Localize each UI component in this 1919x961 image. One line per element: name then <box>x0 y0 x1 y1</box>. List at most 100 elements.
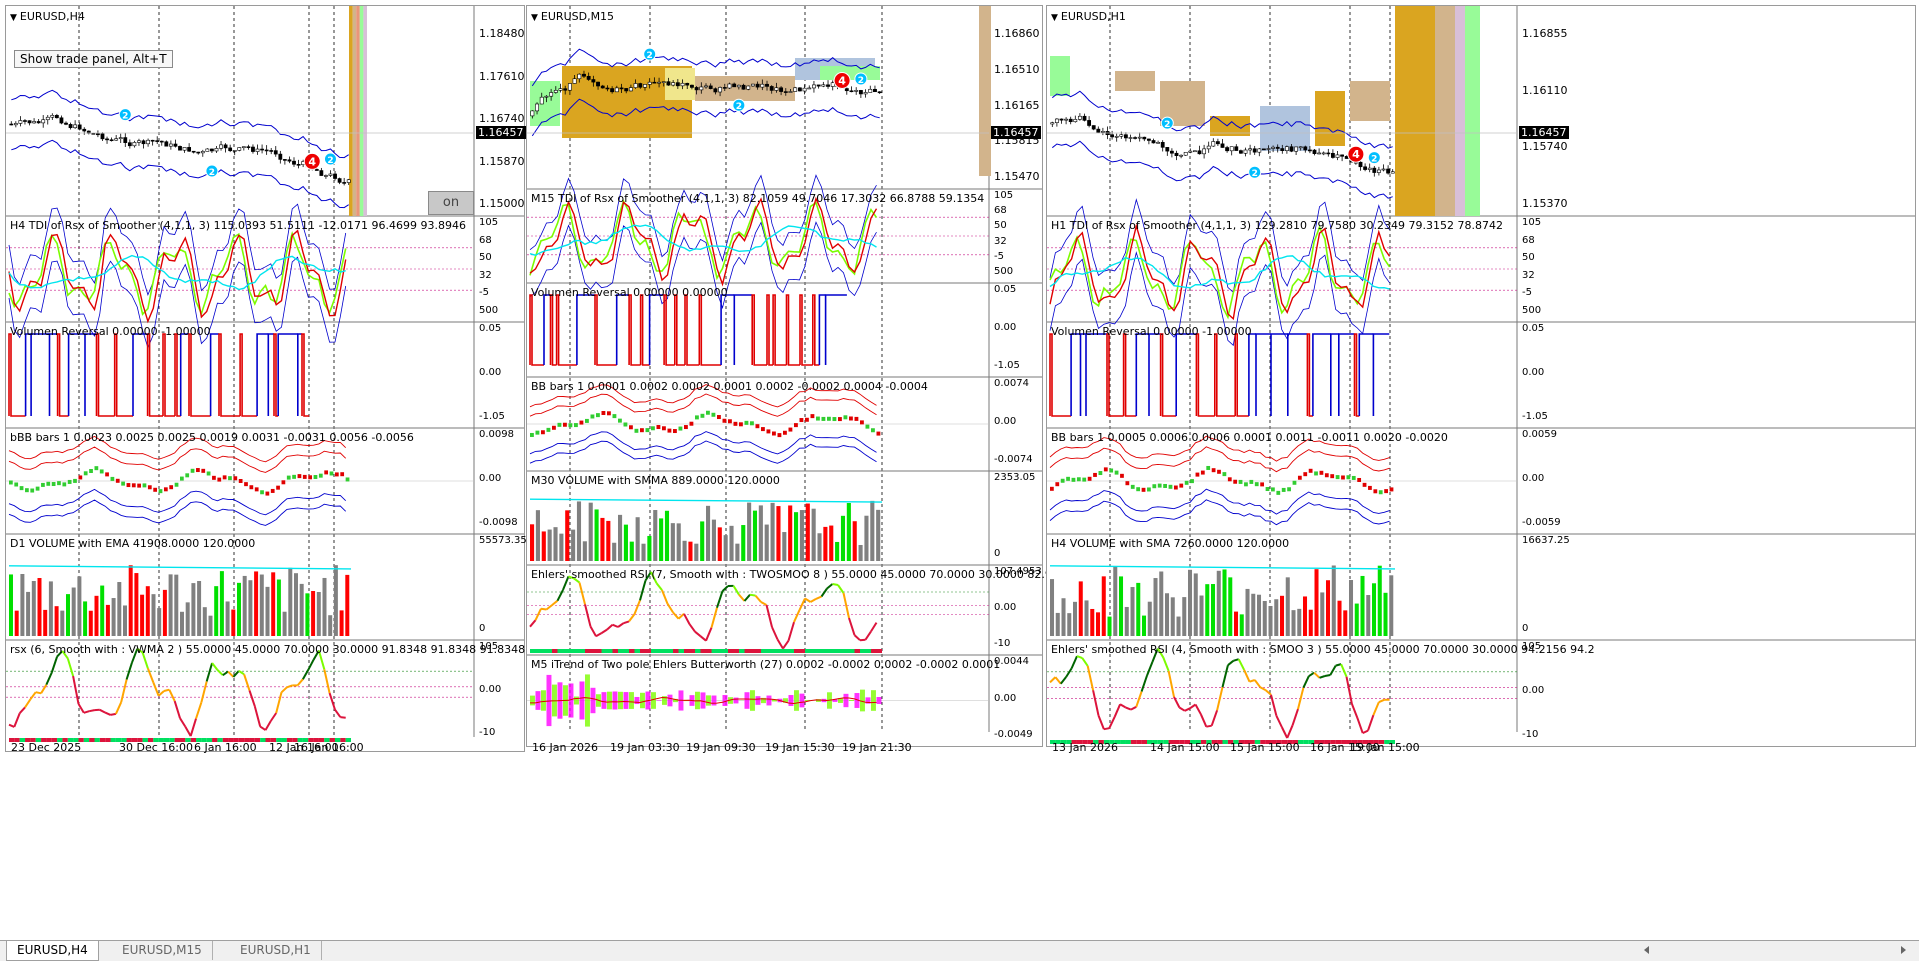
volume-bar <box>1090 609 1094 636</box>
itrend-histogram-bar <box>536 691 541 710</box>
volume-bar <box>1263 601 1267 636</box>
reversal-signal-line <box>181 334 189 416</box>
volume-bar <box>317 592 321 636</box>
chart-menu-chevron-icon[interactable]: ▼ <box>10 13 17 23</box>
trend-strip <box>800 649 806 653</box>
on-toggle-button[interactable]: on <box>428 191 474 215</box>
trend-strip <box>706 649 712 653</box>
bb-bar <box>1136 487 1140 491</box>
bb-bar <box>1228 477 1232 481</box>
rsi-line-segment <box>1320 676 1325 678</box>
bb-bar <box>1384 489 1388 493</box>
bb-bar <box>877 432 881 436</box>
bb-bar <box>84 471 88 475</box>
chart-window-eurusd-h4[interactable]: 2242▼EURUSD,H4Show trade panel, Alt+Ton1… <box>5 5 525 752</box>
rsi-line-segment <box>180 718 185 726</box>
volume-bar <box>248 580 252 636</box>
candle-body <box>625 88 628 91</box>
candle-body <box>690 85 693 87</box>
candle-body <box>808 88 811 89</box>
rsi-line-segment <box>712 608 718 628</box>
bb-bar <box>574 423 578 427</box>
rsi-line-segment <box>1088 666 1093 690</box>
bb-bar <box>271 489 275 493</box>
reversal-signal-line <box>69 334 85 416</box>
rsi-line-segment <box>1347 677 1352 704</box>
trend-strip <box>811 649 817 653</box>
trend-strip <box>783 649 789 653</box>
chart-window-eurusd-m15[interactable]: 2242▼EURUSD,M151.168601.165101.161651.15… <box>526 5 1043 747</box>
indicator-scale-label: 50 <box>1522 252 1535 263</box>
volume-bar <box>1096 612 1100 636</box>
volume-bar <box>1119 576 1123 636</box>
volume-bar <box>174 575 178 636</box>
rsi-line-segment <box>816 597 822 599</box>
volume-bar <box>847 503 851 561</box>
bb-bar <box>73 479 77 483</box>
candle-body <box>728 84 731 88</box>
volume-bar <box>735 544 739 561</box>
candle-body <box>803 88 806 91</box>
candle-body <box>1092 126 1095 130</box>
chart-menu-chevron-icon[interactable]: ▼ <box>1051 13 1058 23</box>
tab-eurusd-m15[interactable]: EURUSD,M15 <box>112 941 213 960</box>
bb-bar <box>185 473 189 477</box>
indicator-label: bBB bars 1 0.0023 0.0025 0.0025 0.0019 0… <box>10 431 414 444</box>
chart-window-eurusd-h1[interactable]: 2242▼EURUSD,H11.168551.161101.157401.153… <box>1046 5 1916 747</box>
session-band <box>1420 6 1435 216</box>
tab-scroll-arrows[interactable] <box>1640 945 1910 955</box>
session-band <box>1455 6 1465 216</box>
rsi-line-segment <box>116 702 121 714</box>
trend-strip <box>618 649 624 653</box>
candle-body <box>704 86 707 87</box>
session-band <box>353 6 357 216</box>
volume-bar <box>548 530 552 561</box>
candle-body <box>1313 150 1316 154</box>
itrend-histogram-bar <box>541 690 546 710</box>
trend-strip <box>728 649 734 653</box>
bb-bar <box>1104 467 1108 471</box>
volume-bar <box>43 610 47 636</box>
scroll-right-icon <box>1901 946 1906 954</box>
reversal-signal-line <box>1313 334 1331 416</box>
chart-menu-chevron-icon[interactable]: ▼ <box>531 13 538 23</box>
candle-body <box>1239 151 1242 154</box>
trend-strip <box>541 649 547 653</box>
bb-bar <box>330 471 334 475</box>
bb-bar <box>662 426 666 430</box>
indicator-label: Ehlers' smoothed RSI (4, Smooth with : S… <box>1051 643 1595 656</box>
rsi-line-segment <box>1072 656 1077 668</box>
volume-bar <box>542 531 546 561</box>
bb-bar <box>244 482 248 486</box>
volume-bar <box>277 580 281 636</box>
rsi-line-segment <box>1373 702 1378 715</box>
rsi-line-segment <box>783 641 789 649</box>
reversal-signal-line <box>1288 334 1308 416</box>
tab-eurusd-h1[interactable]: EURUSD,H1 <box>230 941 322 960</box>
bb-bar <box>800 418 804 422</box>
itrend-histogram-bar <box>789 695 794 706</box>
candle-body <box>1244 150 1247 153</box>
itrend-histogram-bar <box>607 692 612 710</box>
volume-bar <box>191 583 195 636</box>
chart-canvas: 2242 <box>527 6 1042 746</box>
rsi-line-segment <box>585 604 591 626</box>
rsi-line-segment <box>849 618 855 635</box>
rsi-line-segment <box>613 625 619 627</box>
volume-bar <box>1073 602 1077 636</box>
indicator-scale-label: 0 <box>994 548 1000 559</box>
bb-bar <box>14 482 18 486</box>
volume-bar <box>77 576 81 636</box>
volume-bar <box>237 583 241 636</box>
bb-bar <box>668 429 672 433</box>
chart-title: ▼EURUSD,H4 <box>10 10 85 23</box>
volume-bar <box>677 523 681 561</box>
reversal-signal-line <box>1331 334 1339 416</box>
bb-bar <box>750 421 754 425</box>
volume-bar <box>700 521 704 561</box>
indicator-scale-label: -0.0049 <box>994 729 1033 740</box>
tab-eurusd-h4[interactable]: EURUSD,H4 <box>6 941 99 961</box>
candle-body <box>756 84 759 87</box>
candle-body <box>700 87 703 90</box>
bb-bar <box>1320 471 1324 475</box>
